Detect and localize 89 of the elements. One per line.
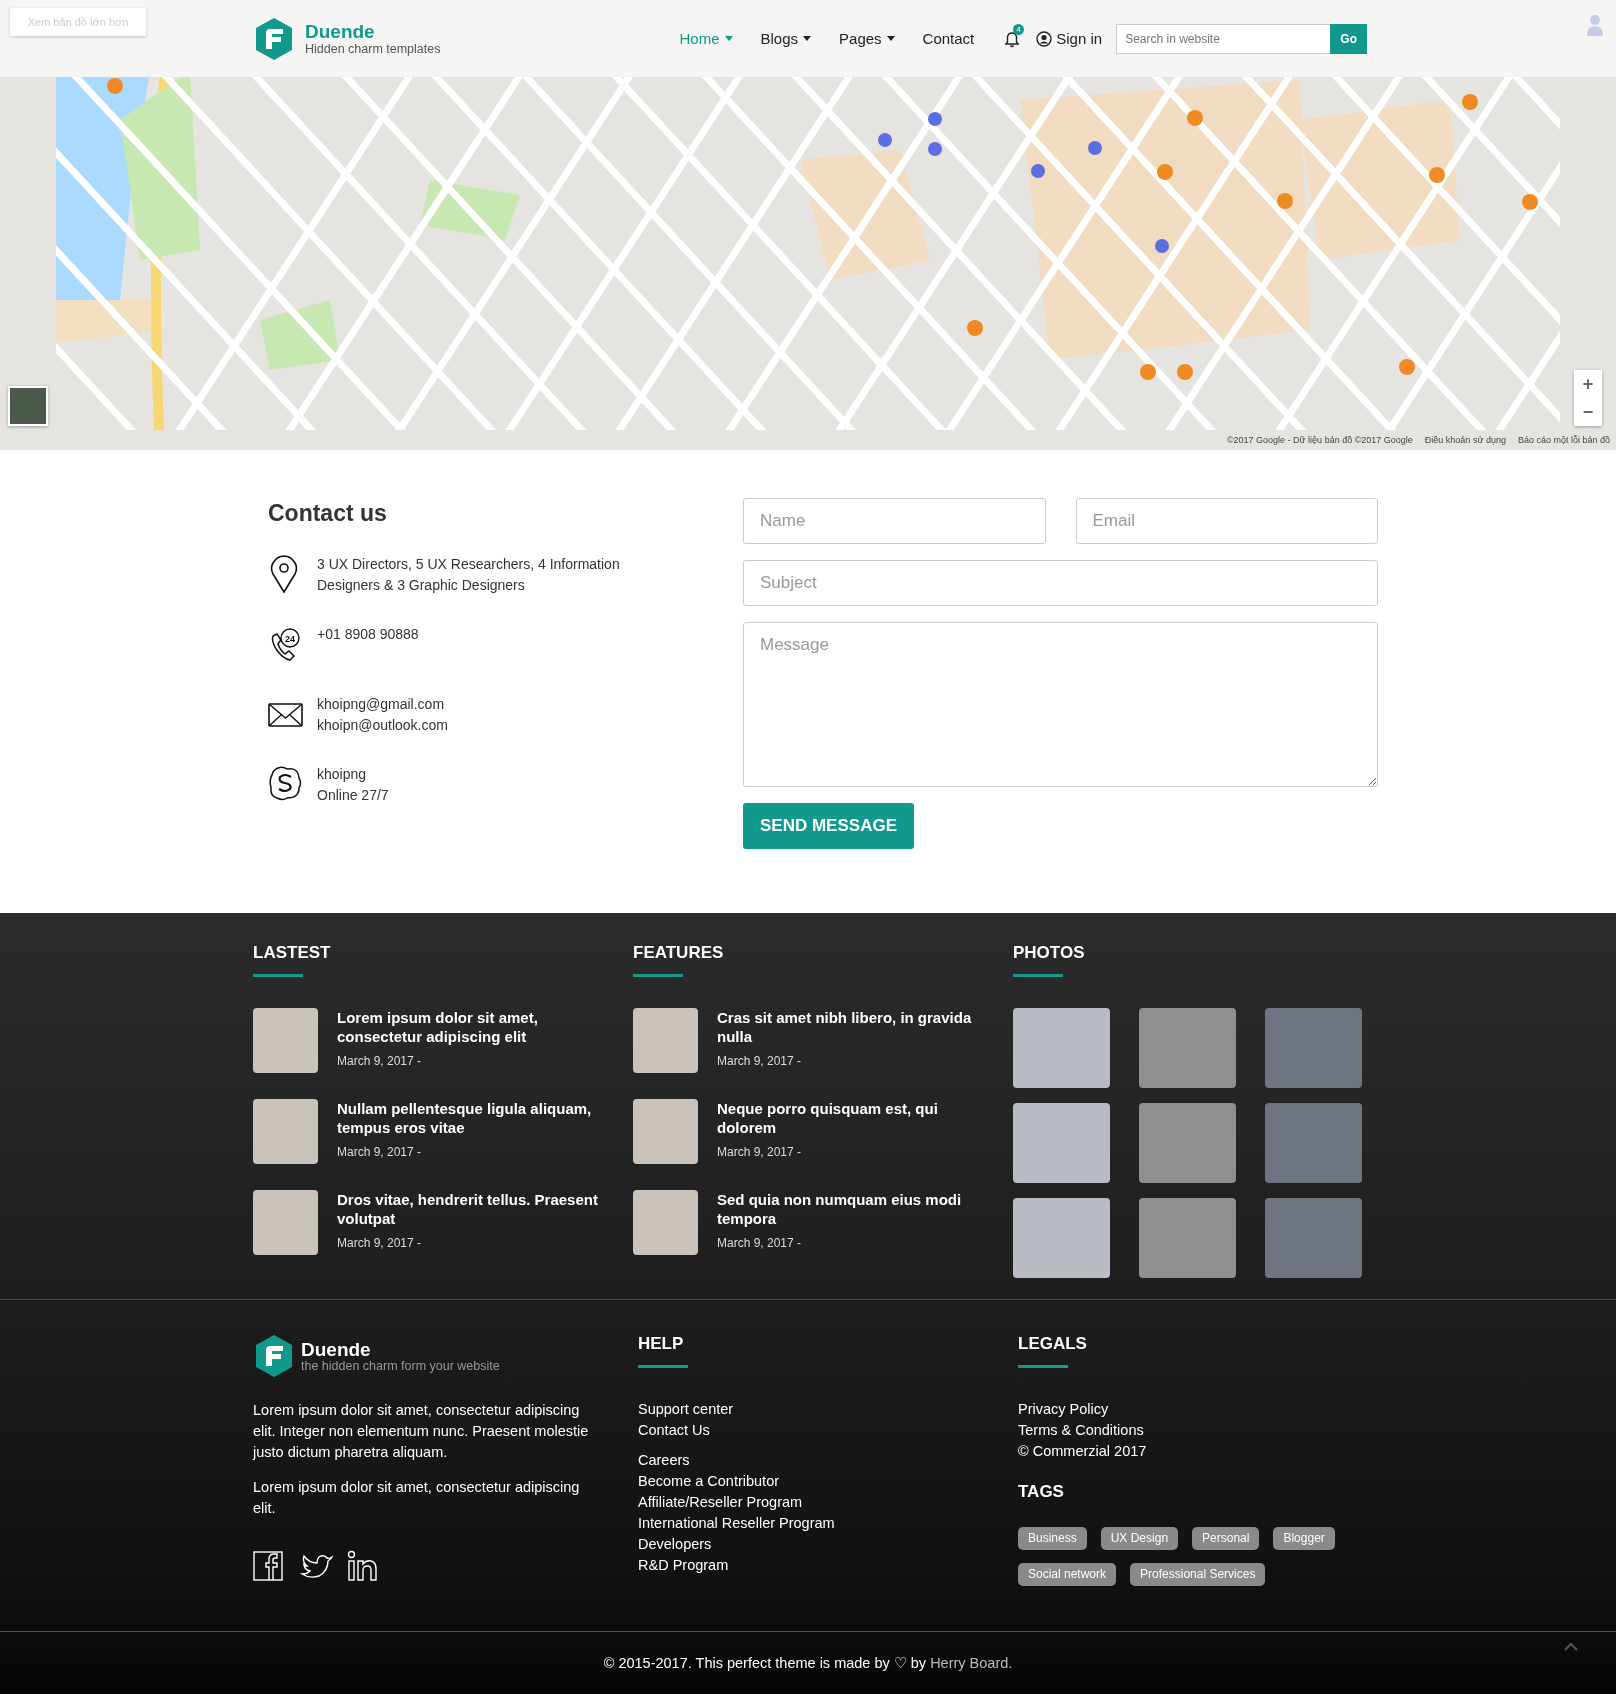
copyright-text: © Commerzial 2017	[1018, 1442, 1148, 1461]
section-title: Contact us	[268, 499, 388, 528]
photo-placeholder[interactable]	[633, 1190, 698, 1255]
search-field[interactable]: Search in website	[1116, 23, 1331, 54]
heading-underline	[253, 974, 303, 977]
heading-underline	[633, 974, 683, 977]
notification-badge: 4	[1013, 23, 1025, 35]
photo-placeholder[interactable]	[1013, 1103, 1110, 1183]
photo-placeholder[interactable]	[633, 1099, 698, 1164]
send-message-button[interactable]: SEND MESSAGE	[743, 803, 914, 849]
zoom-out-button[interactable]: −	[1574, 398, 1602, 426]
map-link[interactable]: Điều khoản sử dụng	[1424, 435, 1506, 445]
footer-link[interactable]: International Reseller Program	[638, 1513, 1018, 1534]
input-field[interactable]: Subject	[743, 560, 1378, 606]
person-icon[interactable]	[1584, 12, 1606, 36]
about-paragraph: Lorem ipsum dolor sit amet, consectetur adipiscing elit.	[253, 1478, 581, 1518]
contact-detail: khoipn@outlook.com	[317, 716, 448, 735]
post-date: March 9, 2017 -	[717, 1145, 803, 1159]
post-title[interactable]: Lorem ipsum dolor sit amet, consectetur adipiscing elit	[337, 1008, 607, 1046]
photo-placeholder[interactable]	[1013, 1198, 1110, 1278]
post-date: March 9, 2017 -	[337, 1054, 423, 1068]
input-field[interactable]: Email	[1075, 498, 1378, 544]
map-attribution: ©2017 Google - Dữ liệu bản đồ ©2017 Google	[1226, 435, 1413, 445]
chevron-up-icon[interactable]	[1564, 1642, 1578, 1652]
footer-link[interactable]: Support center	[638, 1399, 1018, 1420]
photo-placeholder[interactable]	[1265, 1008, 1362, 1088]
map-drawing[interactable]	[56, 77, 1560, 430]
photo-placeholder[interactable]	[253, 1099, 318, 1164]
credit-text: © 2015-2017. This perfect theme is made by ♡ by	[603, 1655, 927, 1671]
linkedin-icon[interactable]	[347, 1549, 380, 1582]
post-title[interactable]: Dros vitae, hendrerit tellus. Praesent volutpat	[337, 1190, 607, 1228]
column-heading: LEGALS	[1018, 1334, 1088, 1354]
zoom-in-button[interactable]: +	[1574, 370, 1602, 398]
nav-link[interactable]: Blogs	[746, 30, 826, 47]
author-link[interactable]: Herry Board.	[930, 1655, 1013, 1671]
column-heading: TAGS	[1018, 1482, 1065, 1502]
map-link[interactable]: Báo cáo một lỗi bản đồ	[1517, 435, 1610, 445]
heading-underline	[1018, 1365, 1068, 1368]
column-heading: LASTEST	[253, 943, 332, 963]
photo-placeholder[interactable]	[1265, 1198, 1362, 1278]
photo-placeholder[interactable]	[253, 1008, 318, 1073]
satellite-view-button[interactable]	[8, 386, 48, 426]
nav-link[interactable]: Pages	[825, 30, 909, 47]
input-field[interactable]: Name	[743, 498, 1046, 544]
footer-link[interactable]: Careers	[638, 1450, 1018, 1471]
footer-link[interactable]: Privacy Policy	[1018, 1399, 1398, 1420]
contact-detail: 3 UX Directors, 5 UX Researchers, 4 Information Designers & 3 Graphic Designers	[317, 555, 621, 595]
photo-placeholder[interactable]	[253, 1190, 318, 1255]
heading-underline	[1013, 974, 1063, 977]
contact-detail: khoipng@gmail.com	[317, 695, 446, 714]
photo-placeholder[interactable]	[1265, 1103, 1362, 1183]
photo-placeholder[interactable]	[633, 1008, 698, 1073]
post-title[interactable]: Neque porro quisquam est, qui dolorem	[717, 1099, 987, 1137]
contact-detail: Online 27/7	[317, 786, 389, 805]
brand-tagline: Hidden charm templates	[305, 41, 441, 56]
photo-placeholder[interactable]	[1139, 1008, 1236, 1088]
post-title[interactable]: Nullam pellentesque ligula aliquam, tempus eros vitae	[337, 1099, 607, 1137]
column-heading: FEATURES	[633, 943, 725, 963]
post-date: March 9, 2017 -	[337, 1236, 423, 1250]
contact-detail: khoipng	[317, 765, 368, 784]
sign-in-link[interactable]: Sign in	[1036, 30, 1103, 47]
photo-placeholder[interactable]	[1139, 1198, 1236, 1278]
post-date: March 9, 2017 -	[717, 1236, 803, 1250]
user-icon	[1036, 30, 1053, 47]
photo-placeholder[interactable]	[1013, 1008, 1110, 1088]
nav-link[interactable]: Contact	[908, 30, 989, 47]
post-title[interactable]: Sed quia non numquam eius modi tempora	[717, 1190, 987, 1228]
footer-link[interactable]: Developers	[638, 1534, 1018, 1555]
brand-name: Duende	[301, 1339, 372, 1359]
footer-link[interactable]: Become a Contributor	[638, 1471, 1018, 1492]
footer-link[interactable]: Contact Us	[638, 1420, 1018, 1441]
photo-placeholder[interactable]	[1139, 1103, 1236, 1183]
go-button[interactable]: Go	[1330, 23, 1368, 54]
brand-tagline: the hidden charm form your website	[301, 1358, 500, 1373]
hexagon-logo-icon	[253, 1334, 295, 1378]
footer-link[interactable]: Terms & Conditions	[1018, 1420, 1398, 1441]
footer-link[interactable]: R&D Program	[638, 1555, 1018, 1576]
about-paragraph: Lorem ipsum dolor sit amet, consectetur adipiscing elit. Integer non elementum nunc. Praesent molestie justo dictum pharetra aliquam.	[253, 1401, 590, 1462]
column-heading: HELP	[638, 1334, 685, 1354]
message-field[interactable]: Message	[743, 622, 1378, 787]
footer-link[interactable]: Affiliate/Reseller Program	[638, 1492, 1018, 1513]
post-title[interactable]: Cras sit amet nibh libero, in gravida nulla	[717, 1008, 987, 1046]
hexagon-logo-icon	[253, 16, 295, 61]
post-date: March 9, 2017 -	[337, 1145, 423, 1159]
facebook-icon[interactable]	[253, 1549, 286, 1582]
contact-detail: +01 8908 90888	[317, 625, 419, 644]
post-date: March 9, 2017 -	[717, 1054, 803, 1068]
column-heading: PHOTOS	[1013, 943, 1086, 963]
heading-underline	[638, 1365, 688, 1368]
